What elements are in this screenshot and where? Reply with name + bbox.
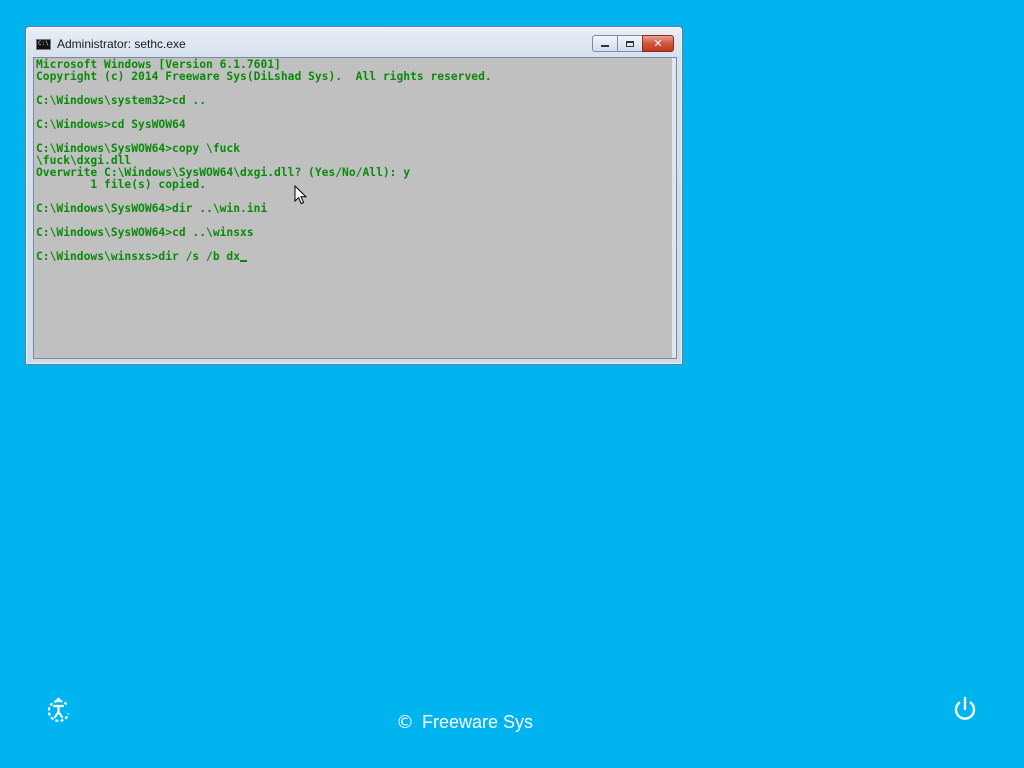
console-window[interactable]: C:\ Administrator: sethc.exe ✕ Microsoft… — [25, 26, 683, 365]
console-line: Copyright (c) 2014 Freeware Sys(DiLshad … — [36, 70, 492, 83]
console-line: 1 file(s) copied. — [36, 178, 207, 191]
brand-footer: © Freeware Sys — [396, 712, 533, 733]
caption-buttons: ✕ — [592, 35, 674, 53]
console-line: C:\Windows\system32>cd .. — [36, 94, 207, 107]
console-icon: C:\ — [36, 39, 51, 50]
console-line: C:\Windows\winsxs>dir /s /b dx — [36, 250, 241, 263]
console-output: Microsoft Windows [Version 6.1.7601] Cop… — [36, 59, 492, 263]
title-bar[interactable]: C:\ Administrator: sethc.exe ✕ — [26, 27, 682, 57]
console-line: C:\Windows>cd SysWOW64 — [36, 118, 186, 131]
ease-of-access-icon[interactable] — [44, 695, 74, 725]
lock-screen: C:\ Administrator: sethc.exe ✕ Microsoft… — [0, 0, 1024, 768]
brand-text: Freeware Sys — [422, 712, 534, 732]
minimize-button[interactable] — [592, 35, 618, 52]
copyright-symbol: © — [396, 712, 414, 733]
close-button[interactable]: ✕ — [642, 35, 674, 52]
close-icon: ✕ — [653, 36, 663, 50]
console-line: C:\Windows\SysWOW64>dir ..\win.ini — [36, 202, 268, 215]
maximize-button[interactable] — [617, 35, 643, 52]
power-icon[interactable] — [950, 694, 980, 724]
console-icon-glyph: C:\ — [38, 40, 49, 47]
text-cursor — [240, 260, 248, 262]
maximize-icon — [626, 40, 634, 47]
scrollbar-track[interactable] — [672, 58, 676, 358]
console-line: C:\Windows\SysWOW64>cd ..\winsxs — [36, 226, 254, 239]
minimize-icon — [601, 45, 609, 47]
window-title: Administrator: sethc.exe — [57, 37, 186, 51]
mouse-cursor-icon — [294, 185, 308, 205]
console-output-area[interactable]: Microsoft Windows [Version 6.1.7601] Cop… — [33, 57, 677, 359]
